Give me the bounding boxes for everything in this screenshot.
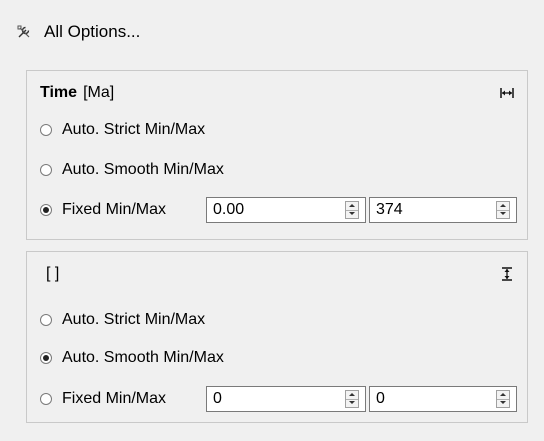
spin-down-button[interactable] [497, 210, 509, 218]
min-spin-arrows[interactable] [345, 201, 359, 219]
all-options-label: All Options... [44, 22, 141, 41]
max-spinbox[interactable] [369, 197, 517, 223]
max-input[interactable] [370, 387, 490, 411]
spin-down-button[interactable] [346, 399, 358, 407]
radio-smooth[interactable] [40, 352, 52, 364]
option-strict-label: Auto. Strict Min/Max [62, 121, 206, 138]
option-smooth[interactable]: Auto. Smooth Min/Max [40, 346, 224, 370]
radio-fixed[interactable] [40, 204, 52, 216]
option-smooth[interactable]: Auto. Smooth Min/Max [40, 158, 224, 182]
horizontal-fit-icon[interactable] [499, 85, 515, 101]
vertical-fit-icon[interactable] [499, 266, 515, 282]
axis-name: Time [40, 84, 78, 101]
min-spinbox[interactable] [206, 386, 366, 412]
option-strict-label: Auto. Strict Min/Max [62, 311, 206, 328]
radio-strict[interactable] [40, 124, 52, 136]
min-spinbox[interactable] [206, 197, 366, 223]
spin-down-button[interactable] [497, 399, 509, 407]
option-fixed-label: Fixed Min/Max [62, 390, 167, 407]
axis-unit: [ ] [46, 265, 60, 282]
option-fixed[interactable]: Fixed Min/Max [40, 387, 166, 411]
min-input[interactable] [207, 198, 327, 222]
radio-fixed[interactable] [40, 393, 52, 405]
option-fixed-label: Fixed Min/Max [62, 201, 167, 218]
spin-down-button[interactable] [346, 210, 358, 218]
max-input[interactable] [370, 198, 490, 222]
option-strict[interactable]: Auto. Strict Min/Max [40, 308, 205, 332]
max-spinbox[interactable] [369, 386, 517, 412]
wrench-screwdriver-icon [17, 25, 30, 38]
all-options-button[interactable]: All Options... [16, 18, 140, 46]
axis-group-y: [ ] Auto. Strict Min/Max Auto. Smooth Mi… [26, 251, 528, 423]
option-smooth-label: Auto. Smooth Min/Max [62, 161, 224, 178]
option-fixed[interactable]: Fixed Min/Max [40, 198, 166, 222]
radio-strict[interactable] [40, 314, 52, 326]
axis-unit: [Ma] [83, 84, 115, 101]
option-smooth-label: Auto. Smooth Min/Max [62, 349, 224, 366]
option-strict[interactable]: Auto. Strict Min/Max [40, 118, 205, 142]
radio-smooth[interactable] [40, 164, 52, 176]
max-spin-arrows[interactable] [496, 201, 510, 219]
group-title: Time [Ma] [40, 83, 114, 103]
min-spin-arrows[interactable] [345, 390, 359, 408]
max-spin-arrows[interactable] [496, 390, 510, 408]
axis-group-time: Time [Ma] Auto. Strict Min/Max Auto. Smo… [26, 70, 528, 240]
min-input[interactable] [207, 387, 327, 411]
group-title: [ ] [40, 264, 59, 284]
